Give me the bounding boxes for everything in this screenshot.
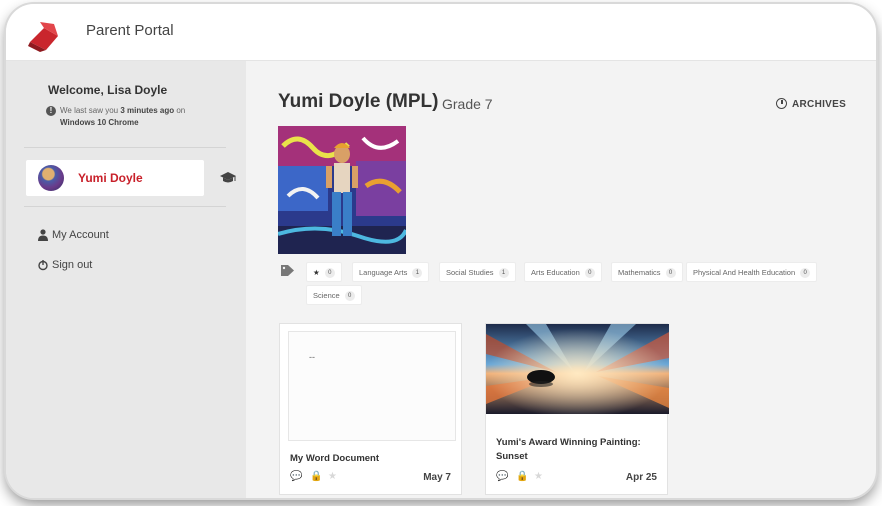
sidebar-item-my-account[interactable]: My Account bbox=[38, 229, 109, 241]
document-preview-text: -- bbox=[309, 352, 315, 362]
tag-chip-arts-education[interactable]: Arts Education 0 bbox=[524, 262, 602, 282]
last-seen-prefix: We last saw you bbox=[60, 106, 121, 115]
last-seen-mid: on bbox=[174, 106, 186, 115]
star-icon[interactable]: ★ bbox=[328, 471, 337, 482]
tag-chip-language-arts[interactable]: Language Arts 1 bbox=[352, 262, 430, 282]
archives-button[interactable]: ARCHIVES bbox=[776, 98, 847, 110]
student-name: Yumi Doyle bbox=[78, 171, 143, 185]
app-title: Parent Portal bbox=[86, 22, 174, 39]
sidebar-item-student[interactable]: Yumi Doyle bbox=[26, 160, 204, 196]
archives-label: ARCHIVES bbox=[792, 99, 847, 110]
tag-count: 0 bbox=[800, 268, 811, 279]
tag-label: Language Arts bbox=[359, 268, 408, 277]
lock-icon[interactable]: 🔒 bbox=[310, 471, 322, 482]
card-date: May 7 bbox=[423, 472, 451, 483]
my-account-label: My Account bbox=[52, 229, 109, 241]
info-icon: ! bbox=[46, 106, 56, 116]
top-header: Parent Portal bbox=[6, 4, 876, 61]
tag-chip-favorites[interactable]: ★ 0 bbox=[306, 262, 342, 282]
last-seen-text: We last saw you 3 minutes ago on Windows … bbox=[60, 105, 218, 129]
graduation-cap-icon[interactable] bbox=[220, 172, 236, 184]
lock-icon[interactable]: 🔒 bbox=[516, 471, 528, 482]
tag-chip-science[interactable]: Science 0 bbox=[306, 285, 362, 305]
tag-count: 0 bbox=[584, 268, 595, 279]
tag-label: Science bbox=[313, 291, 340, 300]
student-avatar bbox=[38, 165, 64, 191]
sidebar-divider bbox=[24, 147, 226, 148]
sidebar-divider bbox=[24, 206, 226, 207]
card-actions: 💬 🔒 ★ bbox=[496, 471, 556, 483]
grade-label: Grade 7 bbox=[442, 96, 493, 112]
star-icon[interactable]: ★ bbox=[534, 471, 543, 482]
user-icon bbox=[38, 229, 48, 241]
portfolio-card-word-document[interactable]: -- My Word Document 💬 🔒 ★ May 7 bbox=[279, 323, 462, 495]
last-seen-info: ! We last saw you 3 minutes ago on Window… bbox=[46, 105, 218, 129]
portal-logo-icon[interactable] bbox=[28, 18, 62, 52]
tag-count: 1 bbox=[412, 268, 423, 279]
star-icon: ★ bbox=[313, 268, 320, 277]
portfolio-card-painting[interactable]: Yumi's Award Winning Painting: Sunset 💬 … bbox=[485, 323, 669, 495]
last-seen-time: 3 minutes ago bbox=[120, 106, 175, 115]
main-content: Yumi Doyle (MPL) Grade 7 ARCHIVES ★ 0 La… bbox=[246, 61, 876, 498]
painting-thumbnail bbox=[486, 324, 669, 414]
tag-label: Arts Education bbox=[531, 268, 580, 277]
tag-count: 0 bbox=[665, 268, 676, 279]
welcome-message: Welcome, Lisa Doyle bbox=[48, 83, 168, 97]
sidebar: Welcome, Lisa Doyle ! We last saw you 3 … bbox=[6, 61, 246, 498]
tag-count: 1 bbox=[498, 268, 509, 279]
tag-chip-social-studies[interactable]: Social Studies 1 bbox=[439, 262, 516, 282]
student-photo[interactable] bbox=[278, 126, 406, 254]
sidebar-item-sign-out[interactable]: Sign out bbox=[38, 259, 93, 271]
comment-icon[interactable]: 💬 bbox=[290, 471, 302, 482]
card-title: Yumi's Award Winning Painting: Sunset bbox=[496, 437, 641, 462]
tag-count: 0 bbox=[344, 291, 355, 302]
tag-label: Mathematics bbox=[618, 268, 661, 277]
card-actions: 💬 🔒 ★ bbox=[290, 471, 350, 483]
sign-out-label: Sign out bbox=[52, 259, 93, 271]
card-date: Apr 25 bbox=[625, 472, 657, 483]
tag-count: 0 bbox=[324, 268, 335, 279]
page-title: Yumi Doyle (MPL) bbox=[278, 91, 439, 112]
comment-icon[interactable]: 💬 bbox=[496, 471, 508, 482]
tag-label: Social Studies bbox=[446, 268, 494, 277]
app-window: Parent Portal Welcome, Lisa Doyle ! We l… bbox=[6, 4, 876, 498]
tag-chip-physical-health-education[interactable]: Physical And Health Education 0 bbox=[686, 262, 818, 282]
document-preview: -- bbox=[288, 331, 456, 441]
clock-icon bbox=[776, 98, 787, 109]
last-seen-device: Windows 10 Chrome bbox=[60, 118, 139, 127]
tag-label: Physical And Health Education bbox=[693, 268, 796, 277]
sign-out-icon bbox=[38, 259, 48, 271]
card-title: My Word Document bbox=[290, 453, 380, 464]
tag-chip-mathematics[interactable]: Mathematics 0 bbox=[611, 262, 683, 282]
tag-icon bbox=[281, 265, 294, 276]
